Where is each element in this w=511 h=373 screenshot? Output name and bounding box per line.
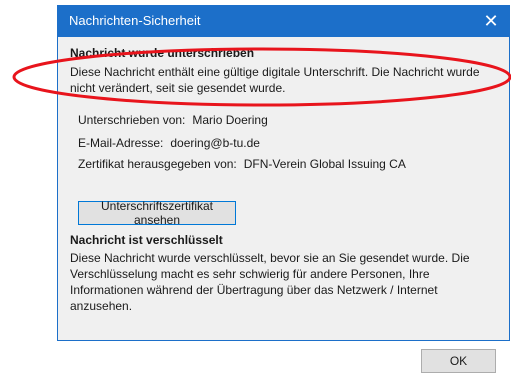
window-title: Nachrichten-Sicherheit (69, 13, 201, 28)
title-bar: Nachrichten-Sicherheit ✕ (58, 6, 509, 37)
email-label: E-Mail-Adresse: (78, 136, 164, 150)
issuer-row: Zertifikat herausgegeben von: DFN-Verein … (78, 157, 406, 171)
signed-by-value: Mario Doering (192, 113, 268, 127)
signature-heading: Nachricht wurde unterschrieben (70, 46, 255, 60)
issuer-label: Zertifikat herausgegeben von: (78, 157, 237, 171)
view-certificate-button[interactable]: Unterschriftszertifikat ansehen (78, 199, 236, 227)
dialog-content: Nachricht wurde unterschrieben Diese Nac… (58, 37, 509, 373)
close-icon: ✕ (483, 11, 499, 31)
signed-by-label: Unterschrieben von: (78, 113, 186, 127)
encryption-heading: Nachricht ist verschlüsselt (70, 233, 223, 247)
email-value: doering@b-tu.de (170, 136, 260, 150)
message-security-dialog: Nachrichten-Sicherheit ✕ Nachricht wurde… (57, 5, 510, 373)
email-row: E-Mail-Adresse: doering@b-tu.de (78, 136, 260, 150)
close-button[interactable]: ✕ (473, 6, 509, 37)
ok-button[interactable]: OK (421, 349, 496, 373)
issuer-value: DFN-Verein Global Issuing CA (243, 157, 406, 171)
encryption-description: Diese Nachricht wurde verschlüsselt, bev… (70, 251, 470, 313)
signed-by-row: Unterschrieben von: Mario Doering (78, 113, 268, 127)
signature-description: Diese Nachricht enthält eine gültige dig… (70, 65, 480, 95)
